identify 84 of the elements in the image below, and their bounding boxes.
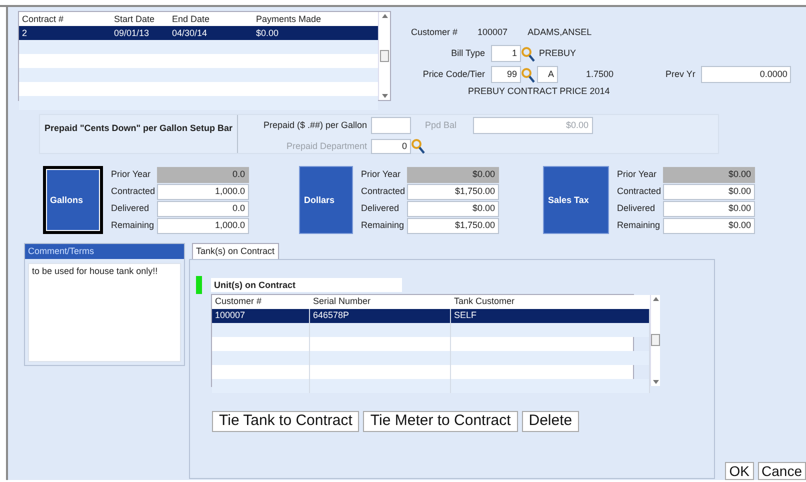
field-label: Delivered — [617, 203, 656, 214]
total-field[interactable]: $1,750.00 — [407, 184, 499, 200]
price-value: 1.7500 — [586, 69, 614, 80]
column-header[interactable]: Serial Number — [310, 294, 451, 309]
field-label: Prev Yr — [666, 69, 696, 80]
table-cell: 09/01/13 — [114, 28, 150, 38]
total-field: $0.00 — [407, 166, 499, 182]
status-marker — [196, 276, 202, 294]
table-row[interactable]: 2 09/01/13 04/30/14 $0.00 — [19, 26, 378, 40]
search-icon[interactable] — [521, 46, 535, 62]
table-cell: $0.00 — [256, 28, 279, 38]
total-field: 0.0 — [157, 166, 249, 182]
total-field[interactable]: $0.00 — [663, 184, 755, 200]
search-icon[interactable] — [521, 66, 535, 82]
field-label: Prepaid Department — [286, 140, 367, 151]
scroll-down-arrow[interactable] — [382, 94, 388, 98]
total-tile[interactable]: Gallons — [43, 166, 103, 234]
prepaid-department-field[interactable]: 0 — [371, 138, 411, 154]
button[interactable]: Tie Tank to Contract — [212, 410, 360, 432]
field-label: Contracted — [361, 186, 406, 197]
button[interactable]: Delete — [522, 410, 580, 432]
field-label: Contracted — [617, 186, 662, 197]
field-label: Prior Year — [617, 169, 658, 180]
field-label: Price Code/Tier — [422, 69, 485, 80]
prepaid-per-gallon-field[interactable] — [371, 117, 411, 134]
column-header[interactable]: Payments Made — [253, 12, 378, 26]
customer-number: 100007 — [478, 26, 508, 38]
button[interactable]: Cance — [758, 462, 806, 480]
field-label: Delivered — [111, 203, 150, 214]
field-label: Remaining — [111, 220, 156, 231]
total-field[interactable]: $0.00 — [663, 218, 755, 234]
field-label: Contracted — [111, 186, 156, 197]
column-header[interactable]: Customer # — [212, 294, 310, 309]
table-cell: 2 — [22, 28, 28, 38]
field-label: Prior Year — [361, 169, 402, 180]
comment-field[interactable]: to be used for house tank only!! — [28, 263, 181, 362]
table-cell: 646578P — [313, 310, 350, 322]
bill-type-description: PREBUY — [539, 48, 576, 59]
prev-year-field[interactable]: 0.0000 — [701, 66, 792, 83]
field-label: Prepaid ($ .##) per Gallon — [263, 120, 367, 130]
total-field[interactable]: $0.00 — [407, 200, 499, 216]
table-cell: 04/30/14 — [172, 28, 208, 38]
button[interactable]: Tie Meter to Contract — [363, 410, 518, 432]
price-description: PREBUY CONTRACT PRICE 2014 — [468, 86, 610, 96]
total-field[interactable]: 1,000.0 — [157, 218, 249, 234]
tier-field[interactable]: A — [537, 66, 558, 83]
field-label: Bill Type — [451, 48, 485, 58]
column-header[interactable]: Start Date — [111, 12, 169, 26]
table-cell: 100007 — [215, 310, 246, 322]
table-row[interactable]: 100007 646578P SELF — [212, 308, 650, 323]
section-title: Prepaid "Cents Down" per Gallon Setup Bar — [44, 123, 233, 135]
customer-name: ADAMS,ANSEL — [528, 26, 592, 38]
search-icon[interactable] — [411, 138, 425, 154]
bill-type-field[interactable]: 1 — [491, 45, 521, 62]
total-field[interactable]: $1,750.00 — [407, 218, 499, 234]
column-header[interactable]: Tank Customer — [451, 294, 650, 309]
total-field[interactable]: 0.0 — [157, 200, 249, 216]
total-field[interactable]: $0.00 — [663, 200, 755, 216]
price-code-field[interactable]: 99 — [491, 66, 521, 83]
total-field: $0.00 — [663, 166, 755, 182]
field-label: Remaining — [617, 220, 662, 231]
field-label: Customer # — [411, 26, 458, 38]
scroll-up-arrow[interactable] — [382, 14, 388, 18]
table-cell: SELF — [454, 310, 477, 322]
total-tile[interactable]: Sales Tax — [543, 166, 609, 234]
column-header[interactable]: Contract # — [19, 12, 111, 26]
button[interactable]: OK — [725, 462, 754, 480]
tab[interactable]: Tank(s) on Contract — [192, 243, 279, 259]
scrollbar[interactable] — [650, 294, 660, 386]
scroll-down-arrow[interactable] — [652, 380, 658, 384]
total-field[interactable]: 1,000.0 — [157, 184, 249, 200]
column-header[interactable]: End Date — [169, 12, 253, 26]
scroll-thumb[interactable] — [651, 334, 660, 346]
field-label: Delivered — [361, 203, 400, 214]
panel-header: Unit(s) on Contract — [211, 278, 402, 292]
prepaid-balance-field: $0.00 — [472, 117, 593, 134]
field-label: Remaining — [361, 220, 406, 231]
scrollbar[interactable] — [378, 12, 390, 100]
field-label: Prior Year — [111, 169, 152, 180]
scroll-thumb[interactable] — [380, 50, 389, 62]
scroll-up-arrow[interactable] — [652, 296, 658, 301]
panel-header: Comment/Terms — [25, 244, 184, 259]
total-tile[interactable]: Dollars — [299, 166, 353, 234]
field-label: Ppd Bal — [425, 120, 457, 131]
